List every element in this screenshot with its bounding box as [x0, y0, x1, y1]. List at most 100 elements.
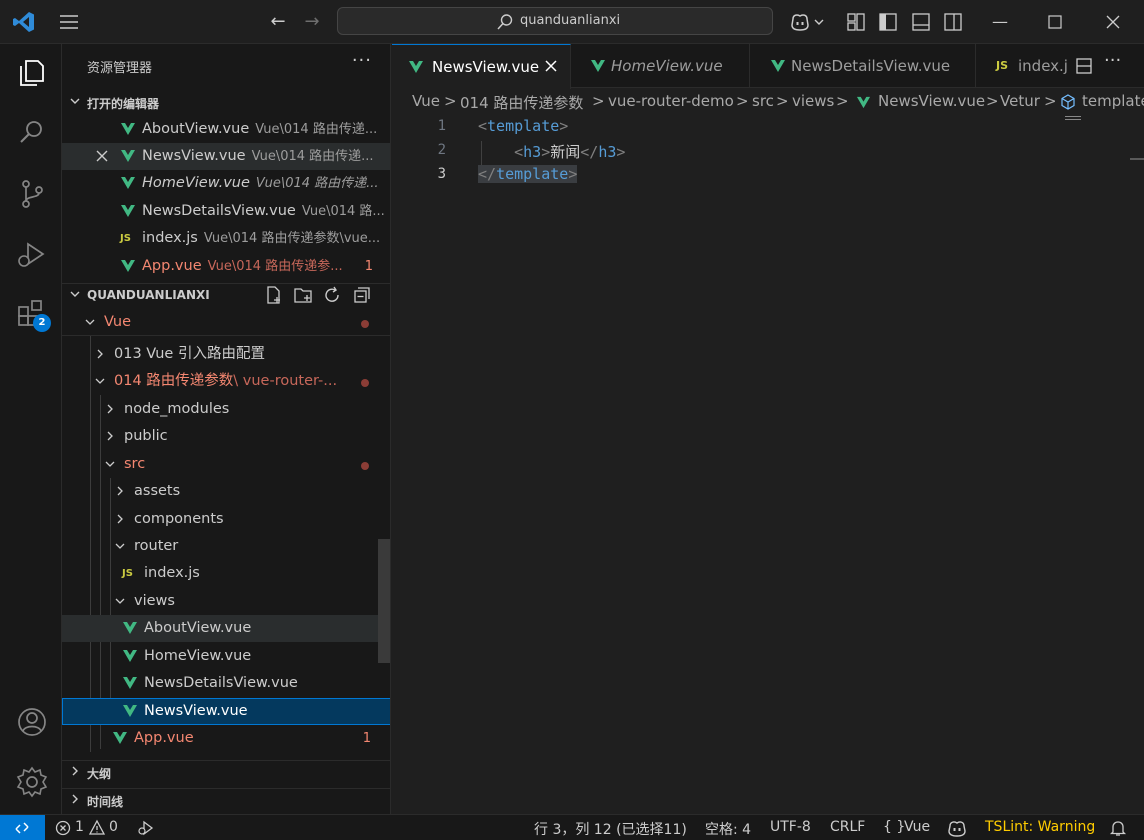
status-bar: 1 0 行 3，列 12 (已选择11) 空格: 4 UTF-8 CRLF { …	[0, 814, 1144, 840]
open-editor-path: Vue\014 路由传递...	[255, 176, 379, 191]
tree-folder-assets[interactable]: assets	[62, 478, 390, 505]
refresh-icon[interactable]	[322, 285, 342, 305]
notifications-bell-icon[interactable]	[1109, 819, 1127, 837]
toggle-primary-sidebar-icon[interactable]	[877, 11, 899, 33]
collapse-all-icon[interactable]	[352, 285, 372, 305]
close-editor-icon[interactable]	[95, 149, 109, 163]
accounts-icon[interactable]	[12, 702, 52, 742]
breadcrumb-item[interactable]: vue-router-demo	[608, 92, 734, 110]
chevron-right-icon	[107, 404, 113, 414]
tree-file-about-view[interactable]: AboutView.vue	[62, 615, 378, 642]
open-editor-name: NewsView.vue	[142, 148, 246, 164]
open-editors-header[interactable]: 打开的编辑器	[62, 91, 390, 113]
new-folder-icon[interactable]	[293, 285, 313, 305]
tree-folder-014[interactable]: 014 路由传递参数\ vue-router-...	[62, 368, 390, 395]
editor-more-actions-icon[interactable]: ···	[1104, 50, 1121, 71]
line-ending[interactable]: CRLF	[830, 819, 865, 835]
tab-newsview[interactable]: NewsView.vue	[392, 44, 571, 89]
breadcrumb-item[interactable]: Vue	[412, 92, 440, 110]
chevron-right-icon	[72, 794, 78, 804]
open-editor-item[interactable]: AboutView.vue Vue\014 路由传递...	[62, 116, 390, 143]
outline-label: 大纲	[87, 767, 112, 781]
minimize-icon[interactable]: —	[987, 9, 1013, 35]
tree-folder-node-modules[interactable]: node_modules	[62, 396, 390, 423]
tree-file-news-details-view[interactable]: NewsDetailsView.vue	[62, 670, 390, 697]
vue-file-icon	[121, 205, 135, 217]
search-view-icon[interactable]	[12, 112, 52, 152]
tab-homeview[interactable]: HomeView.vue	[571, 44, 750, 88]
vue-file-icon	[121, 150, 135, 162]
timeline-header[interactable]: 时间线	[62, 788, 390, 810]
open-editor-item[interactable]: HomeView.vue Vue\014 路由传递...	[62, 170, 390, 197]
editor-tabs: NewsView.vue HomeView.vue NewsDetailsVie…	[392, 44, 1144, 89]
open-editor-path: Vue\014 路...	[301, 204, 385, 219]
tree-folder-router[interactable]: router	[62, 533, 390, 560]
close-window-icon[interactable]	[1100, 9, 1126, 35]
breadcrumb-separator: >	[592, 92, 605, 110]
tab-newsdetailsview[interactable]: NewsDetailsView.vue	[750, 44, 976, 88]
js-file-icon: JS	[122, 568, 133, 579]
toggle-secondary-sidebar-icon[interactable]	[942, 11, 964, 33]
tree-file-index-js[interactable]: JS index.js	[62, 560, 390, 587]
tree-file-app-vue[interactable]: App.vue 1	[62, 725, 390, 752]
chevron-down-icon[interactable]	[812, 11, 826, 33]
close-tab-icon[interactable]	[542, 57, 560, 75]
tree-folder-vue[interactable]: Vue	[62, 309, 390, 336]
split-editor-icon[interactable]	[1074, 56, 1094, 76]
copilot-status-icon[interactable]	[947, 819, 967, 837]
settings-gear-icon[interactable]	[12, 762, 52, 802]
cursor-position[interactable]: 行 3，列 12 (已选择11)	[534, 819, 687, 839]
error-count[interactable]: 1	[75, 819, 84, 835]
explorer-icon[interactable]	[12, 52, 52, 92]
tslint-status[interactable]: TSLint: Warning	[985, 819, 1095, 835]
toggle-panel-icon[interactable]	[910, 11, 932, 33]
debug-run-icon[interactable]	[137, 819, 155, 837]
vue-file-icon	[856, 96, 871, 109]
code-editor[interactable]: 1 2 3 <template> <h3>新闻</h3> </template>	[392, 114, 1144, 814]
tree-folder-public[interactable]: public	[62, 423, 390, 450]
tree-folder-013[interactable]: 013 Vue 引入路由配置	[62, 341, 390, 368]
copilot-icon[interactable]	[789, 11, 811, 33]
chevron-down-icon	[115, 543, 125, 549]
open-editor-item[interactable]: App.vue Vue\014 路由传递参... 1	[62, 253, 390, 280]
remote-indicator[interactable]	[0, 815, 45, 840]
more-actions-icon[interactable]: ···	[352, 50, 372, 71]
open-editor-item[interactable]: JS index.js Vue\014 路由传递参数\vue...	[62, 225, 390, 252]
breadcrumb-item[interactable]: NewsView.vue	[878, 92, 985, 110]
open-editor-item-active[interactable]: NewsView.vue Vue\014 路由传递...	[62, 143, 390, 170]
maximize-icon[interactable]	[1042, 9, 1068, 35]
breadcrumb-item[interactable]: Vetur	[1000, 92, 1040, 110]
forward-arrow-icon[interactable]: →	[300, 10, 324, 34]
run-debug-icon[interactable]	[12, 234, 52, 274]
tree-folder-components[interactable]: components	[62, 506, 390, 533]
breadcrumb-item[interactable]: template	[1082, 92, 1144, 110]
breadcrumb-item[interactable]: 014 路由传递参数	[460, 92, 583, 113]
line-number: 2	[437, 142, 446, 158]
warning-icon[interactable]	[88, 819, 106, 836]
outline-header[interactable]: 大纲	[62, 760, 390, 782]
tree-file-home-view[interactable]: HomeView.vue	[62, 643, 390, 670]
new-file-icon[interactable]	[264, 285, 284, 305]
open-editor-item[interactable]: NewsDetailsView.vue Vue\014 路...	[62, 198, 390, 225]
tree-folder-views[interactable]: views	[62, 588, 390, 615]
warning-count[interactable]: 0	[109, 819, 118, 835]
indentation[interactable]: 空格: 4	[705, 819, 751, 839]
tree-file-news-view[interactable]: NewsView.vue	[62, 698, 390, 725]
back-arrow-icon[interactable]: ←	[266, 10, 290, 34]
breadcrumb-item[interactable]: views	[792, 92, 834, 110]
error-icon[interactable]	[55, 820, 71, 836]
source-control-icon[interactable]	[12, 174, 52, 214]
tab-index-js[interactable]: JS index.j	[976, 44, 1068, 88]
tree-folder-src[interactable]: src	[62, 451, 390, 478]
command-center-search[interactable]: quanduanlianxi	[337, 7, 773, 35]
breadcrumb-item[interactable]: src	[752, 92, 774, 110]
sidebar-scrollbar-thumb[interactable]	[378, 539, 390, 663]
encoding[interactable]: UTF-8	[770, 819, 811, 835]
hamburger-menu-icon[interactable]	[58, 11, 80, 33]
js-file-icon: JS	[120, 233, 131, 244]
workspace-header[interactable]: QUANDUANLIANXI	[62, 283, 390, 305]
language-mode[interactable]: Vue	[904, 819, 930, 835]
breadcrumb-separator: >	[1044, 92, 1057, 110]
folder-label: node_modules	[124, 401, 230, 417]
customize-layout-icon[interactable]	[845, 11, 867, 33]
